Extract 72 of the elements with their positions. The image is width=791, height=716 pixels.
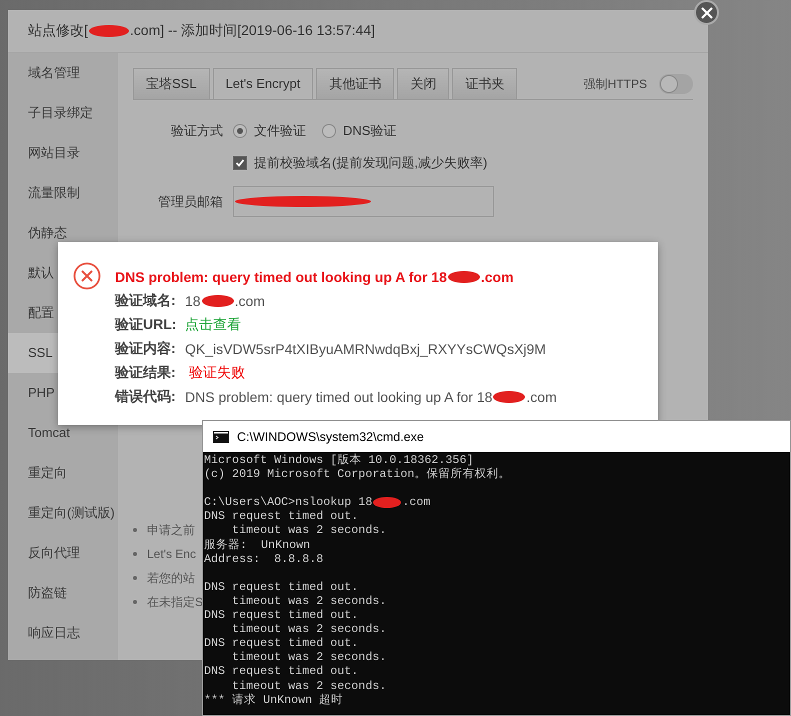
terminal-line: Microsoft Windows [版本 10.0.18362.356]	[204, 453, 474, 468]
terminal-line: DNS request timed out.	[204, 509, 358, 524]
checkbox-label: 提前校验域名(提前发现问题,减少失败率)	[254, 154, 488, 172]
checkbox[interactable]	[233, 156, 247, 170]
result-label: 验证域名:	[115, 292, 177, 310]
radio-button[interactable]	[322, 124, 336, 138]
note-text: 在未指定S	[147, 594, 204, 610]
terminal-line: Address: 8.8.8.8	[204, 552, 324, 566]
terminal-line: DNS request timed out.	[204, 664, 358, 678]
radio-button[interactable]	[233, 124, 247, 138]
terminal-line: *** 请求 UnKnown 超时	[204, 692, 344, 707]
dialog-title: 站点修改[	[28, 22, 88, 40]
field-label: 验证方式	[170, 122, 224, 140]
tab[interactable]: 其他证书	[316, 68, 394, 99]
sidebar-item[interactable]: 子目录绑定	[8, 93, 118, 133]
tab[interactable]: 关闭	[397, 68, 450, 99]
redaction-mark	[202, 295, 234, 307]
terminal-line: timeout was 2 seconds.	[231, 622, 386, 636]
window-title: C:\WINDOWS\system32\cmd.exe	[237, 430, 424, 444]
terminal-line: timeout was 2 seconds.	[231, 523, 386, 538]
note-text: Let's Enc	[147, 547, 196, 561]
terminal-line: timeout was 2 seconds.	[231, 678, 386, 693]
sidebar-item[interactable]: 防盗链	[8, 573, 118, 613]
result-label: 错误代码:	[115, 388, 177, 406]
terminal-line: DNS request timed out.	[204, 580, 358, 594]
redaction-mark	[448, 271, 480, 283]
error-title: .com	[480, 269, 514, 285]
tab[interactable]: Let's Encrypt	[212, 68, 314, 99]
toggle-switch[interactable]	[659, 74, 693, 94]
note-text: 申请之前	[147, 522, 195, 538]
tab[interactable]: 证书夹	[452, 68, 518, 99]
sidebar-item[interactable]: 反向代理	[8, 533, 118, 573]
result-value: .com	[526, 389, 557, 405]
sidebar-item[interactable]: 重定向(测试版)	[8, 493, 118, 533]
terminal-line: timeout was 2 seconds.	[231, 594, 386, 608]
terminal-line: 服务器: UnKnown	[204, 538, 310, 552]
redaction-mark	[373, 496, 402, 508]
error-icon	[73, 262, 101, 290]
redaction-mark	[493, 391, 526, 403]
result-value: 验证失败	[189, 364, 245, 382]
email-field[interactable]	[233, 186, 494, 217]
close-button[interactable]	[694, 0, 719, 25]
sidebar-item[interactable]: 域名管理	[8, 53, 118, 93]
result-value: DNS problem: query timed out looking up A for 18	[185, 389, 492, 405]
result-label: 验证内容:	[115, 340, 177, 358]
tab[interactable]: 宝塔SSL	[133, 68, 210, 99]
sidebar-item[interactable]: 流量限制	[8, 173, 118, 213]
result-value: .com	[234, 293, 265, 309]
result-value: QK_isVDW5srP4tXIByuAMRNwdqBxj_RXYYsCWQsXj9M	[185, 341, 546, 357]
terminal-line: timeout was 2 seconds.	[231, 650, 386, 664]
close-icon	[700, 6, 714, 20]
note-text: 若您的站	[147, 570, 195, 586]
error-title: DNS problem: query timed out looking up A for 18	[115, 269, 447, 285]
terminal-line: C:\Users\AOC>nslookup 18	[204, 495, 372, 510]
result-label: 验证结果:	[115, 364, 177, 382]
sidebar-item[interactable]: 响应日志	[8, 613, 118, 653]
radio-label: DNS验证	[343, 122, 396, 140]
sidebar-item[interactable]: 网站目录	[8, 133, 118, 173]
field-label: 管理员邮箱	[157, 192, 224, 210]
redaction-mark	[88, 25, 129, 37]
dialog-title: .com] -- 添加时间[2019-06-16 13:57:44]	[130, 22, 375, 40]
terminal-line: (c) 2019 Microsoft Corporation。保留所有权利。	[204, 467, 510, 482]
terminal-line: DNS request timed out.	[204, 608, 358, 622]
terminal-line: DNS request timed out.	[204, 636, 358, 650]
terminal-line: .com	[402, 495, 430, 510]
view-link[interactable]: 点击查看	[185, 316, 241, 334]
radio-label: 文件验证	[254, 122, 306, 140]
result-value: 18	[185, 293, 201, 309]
result-label: 验证URL:	[115, 316, 178, 334]
toggle-label: 强制HTTPS	[584, 76, 647, 92]
terminal-icon	[213, 430, 229, 442]
sidebar-item[interactable]: 重定向	[8, 453, 118, 493]
